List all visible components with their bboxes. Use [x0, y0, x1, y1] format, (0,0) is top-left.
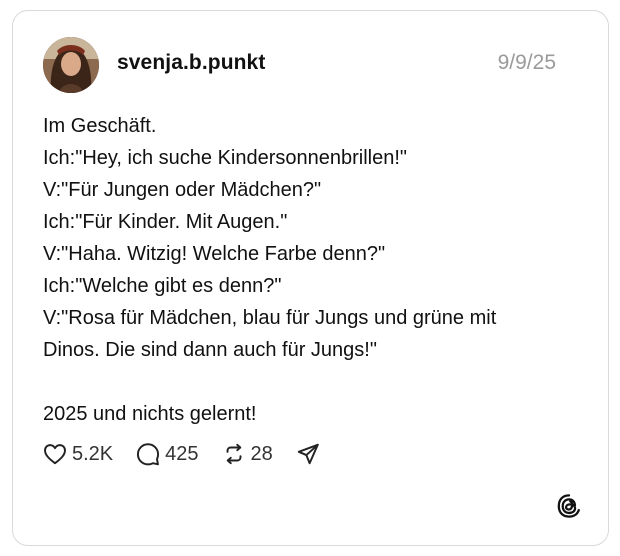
repost-count: 28	[250, 442, 273, 465]
post-text-line: V:"Für Jungen oder Mädchen?"	[43, 179, 322, 201]
post-text-line: Ich:"Für Kinder. Mit Augen."	[43, 211, 288, 233]
comment-icon	[137, 443, 160, 466]
post-text-line: Im Geschäft.	[43, 115, 157, 137]
post-date: 9/9/25	[497, 51, 556, 74]
avatar[interactable]	[43, 37, 99, 93]
comment-button[interactable]: 425	[135, 441, 199, 467]
like-button[interactable]: 5.2K	[42, 441, 113, 467]
threads-logo-icon	[557, 494, 580, 518]
post-text-line: Dinos. Die sind dann auch für Jungs!"	[43, 339, 377, 361]
post-text-line: Ich:"Hey, ich suche Kindersonnenbrillen!…	[43, 147, 408, 169]
like-count: 5.2K	[72, 442, 114, 465]
post-text-line: V:"Haha. Witzig! Welche Farbe denn?"	[43, 243, 386, 265]
share-icon	[297, 443, 319, 465]
repost-button[interactable]: 28	[221, 441, 273, 467]
share-button[interactable]	[295, 441, 325, 467]
comment-count: 425	[165, 442, 199, 465]
repost-icon	[226, 443, 242, 465]
post-text-line: Ich:"Welche gibt es denn?"	[43, 275, 282, 297]
post-text-line	[43, 366, 583, 398]
post-text: Im Geschäft. Ich:"Hey, ich suche Kinders…	[43, 110, 583, 430]
post-text-line: 2025 und nichts gelernt!	[43, 403, 257, 425]
action-bar: 5.2K 425 28	[42, 439, 347, 469]
avatar-image	[43, 37, 99, 93]
post-text-line: V:"Rosa für Mädchen, blau für Jungs und …	[43, 307, 497, 329]
username[interactable]: svenja.b.punkt	[117, 51, 265, 75]
heart-icon	[44, 444, 66, 465]
post-card: svenja.b.punkt 9/9/25 Im Geschäft. Ich:"…	[12, 10, 609, 546]
